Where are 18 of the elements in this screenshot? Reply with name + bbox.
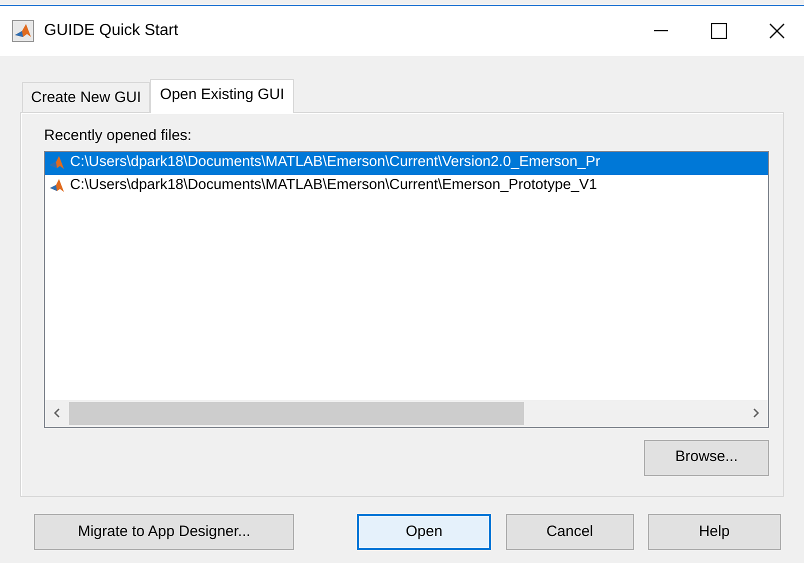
browse-button[interactable]: Browse... [644,440,769,476]
maximize-icon [711,23,727,39]
dialog-button[interactable]: Open [357,514,491,550]
file-list-item[interactable]: C:\Users\dpark18\Documents\MATLAB\Emerson\Current\Version2.0_Emerson_Pr [45,152,768,174]
list-label: Recently opened files: [44,126,193,146]
tab[interactable]: Open Existing GUI [150,78,294,113]
window-title: GUIDE Quick Start [44,21,178,41]
horizontal-scrollbar[interactable] [45,400,768,426]
dialog-button[interactable]: Help [648,514,782,550]
peak-icon [49,178,65,194]
close-icon [769,23,785,39]
file-list-item[interactable]: C:\Users\dpark18\Documents\MATLAB\Emerson\Current\Emerson_Prototype_V1 [45,174,768,198]
minimize-icon [654,30,668,32]
tab[interactable]: Create New GUI [22,82,150,112]
dialog-button[interactable]: Migrate to App Designer... [34,514,294,550]
peak-icon [12,20,34,42]
dialog-button[interactable]: Cancel [506,514,634,550]
peak-icon [49,155,65,171]
